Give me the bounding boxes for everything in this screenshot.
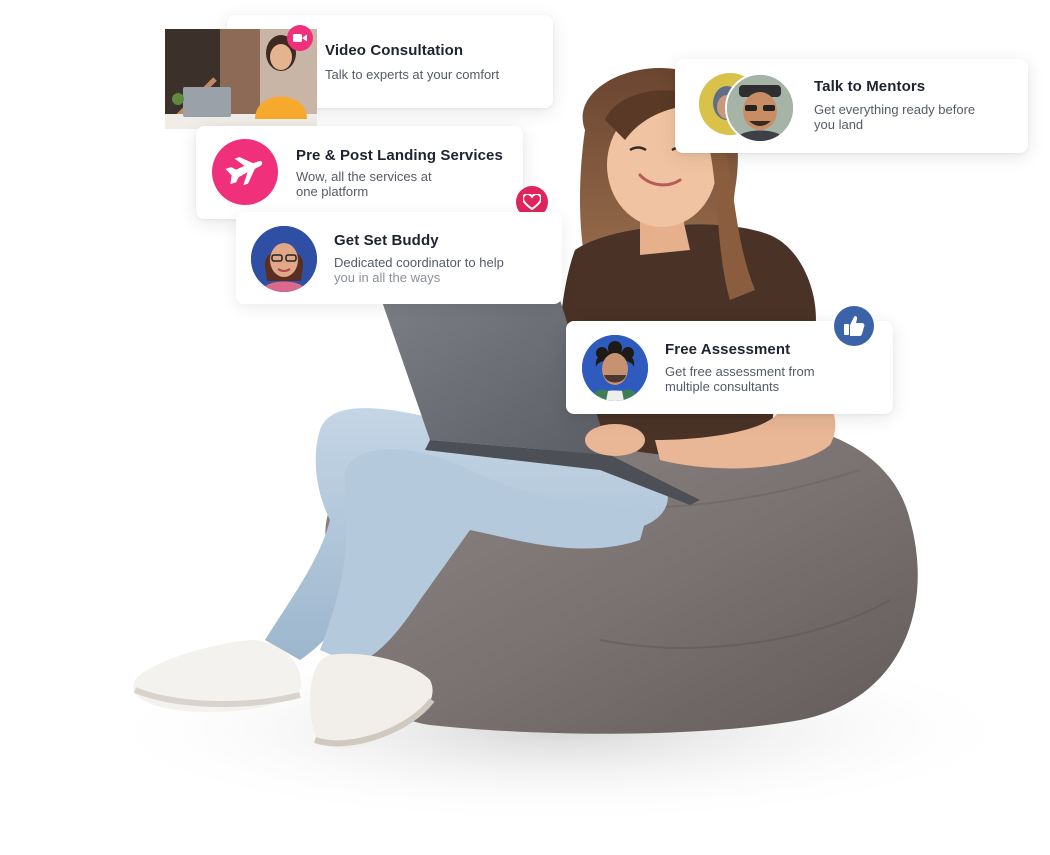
- card-description: Get everything ready before you land: [814, 102, 975, 132]
- video-camera-icon: [287, 25, 313, 51]
- card-title: Video Consultation: [325, 42, 464, 59]
- card-description-line: Get free assessment from: [665, 364, 815, 379]
- card-description: Get free assessment from multiple consul…: [665, 364, 815, 394]
- airplane-icon: [212, 139, 278, 205]
- card-description-line: Wow, all the services at: [296, 169, 432, 184]
- thumbs-up-icon: [834, 306, 874, 346]
- card-description-line: Dedicated coordinator to help: [334, 255, 504, 270]
- mentor-avatar: [725, 73, 795, 143]
- card-description-line: one platform: [296, 184, 369, 199]
- card-description-line: you in all the ways: [334, 270, 441, 285]
- card-description: Wow, all the services at one platform: [296, 169, 432, 199]
- card-description-line: you land: [814, 117, 864, 132]
- card-description: Dedicated coordinator to help you in all…: [334, 255, 504, 285]
- card-title: Get Set Buddy: [334, 232, 439, 249]
- card-get-set-buddy[interactable]: Get Set Buddy Dedicated coordinator to h…: [236, 212, 562, 304]
- buddy-avatar: [251, 226, 317, 292]
- card-talk-to-mentors[interactable]: Talk to Mentors Get everything ready bef…: [675, 59, 1028, 153]
- card-landing-services[interactable]: Pre & Post Landing Services Wow, all the…: [196, 126, 523, 219]
- card-description-line: Get everything ready before: [814, 102, 976, 117]
- card-title: Free Assessment: [665, 341, 791, 358]
- card-title: Pre & Post Landing Services: [296, 147, 503, 164]
- hand: [585, 424, 645, 456]
- card-title: Talk to Mentors: [814, 78, 926, 95]
- card-description-line: multiple consultants: [665, 379, 780, 394]
- consultant-avatar: [582, 335, 648, 401]
- card-description: Talk to experts at your comfort: [325, 67, 500, 82]
